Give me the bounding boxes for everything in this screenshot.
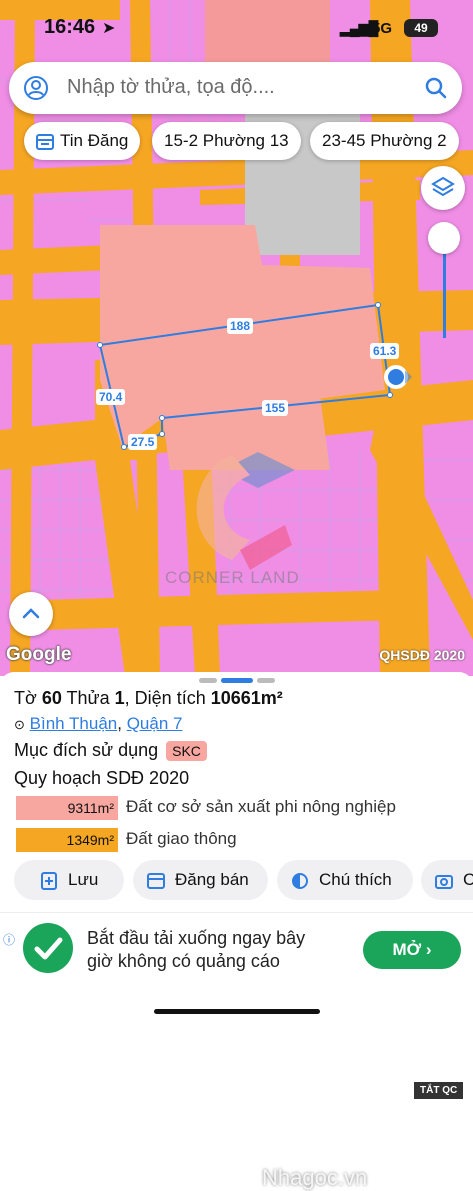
expand-panel-button[interactable]: [9, 592, 53, 636]
open-ad-button[interactable]: MỞ ›: [363, 931, 461, 969]
watermark-text: CORNER LAND: [165, 568, 300, 587]
edge-length-label: 70.4: [96, 389, 126, 405]
battery-icon: 49: [404, 19, 438, 37]
purpose-label: Mục đích sử dụng: [14, 740, 159, 760]
chevron-up-icon: [22, 608, 40, 619]
legend-button[interactable]: Chú thích: [277, 860, 413, 900]
chip-label: Tin Đăng: [60, 131, 129, 150]
home-indicator[interactable]: [154, 1009, 320, 1014]
land-use-name: Đất cơ sở sản xuất phi nông nghiệp: [126, 797, 396, 816]
user-icon[interactable]: [23, 75, 49, 101]
parcel-address: ⊙ Bình Thuận, Quận 7: [14, 714, 183, 733]
check-icon: [23, 923, 73, 973]
edge-length-label: 188: [227, 318, 254, 334]
info-icon[interactable]: ⓘ: [3, 931, 15, 948]
google-logo: Google: [6, 644, 72, 665]
land-use-row: 9311m² Đất cơ sở sản xuất phi nông nghiệ…: [16, 796, 456, 820]
edge-length-label: 61.3: [370, 343, 400, 359]
layers-button[interactable]: [421, 166, 465, 210]
camera-icon: [435, 874, 453, 889]
district-link[interactable]: Quận 7: [127, 714, 183, 733]
save-button[interactable]: Lưu: [14, 860, 124, 900]
chip-label: 15-2 Phường 13: [164, 131, 289, 150]
location-arrow-icon: ➤: [102, 20, 116, 37]
map-pin-icon: ⊙: [14, 717, 25, 732]
watermark-text: Nhagoc.vn: [262, 1165, 368, 1190]
listing-icon: [36, 133, 54, 150]
map-layer-name: QHSDĐ 2020: [379, 647, 465, 663]
listing-icon: [147, 872, 165, 889]
chip-label: 23-45 Phường 2: [322, 131, 447, 150]
screenshot-button[interactable]: C: [421, 860, 473, 900]
chevron-right-icon: ›: [425, 940, 432, 959]
edge-length-label: 27.5: [128, 434, 158, 450]
filter-chips: Tin Đăng 15-2 Phường 13 23-45 Phường 2: [0, 122, 473, 162]
layers-icon: [431, 176, 455, 197]
parcel-title: Tờ 60 Thửa 1, Diện tích 10661m²: [14, 688, 283, 708]
plan-title: Quy hoạch SDĐ 2020: [14, 768, 190, 788]
status-time: 16:46: [44, 16, 96, 38]
chip-recent-parcel[interactable]: 23-45 Phường 2: [310, 122, 459, 160]
network-label: 5G: [372, 20, 393, 37]
province-link[interactable]: Bình Thuận: [30, 714, 118, 733]
land-use-area: 9311m²: [16, 796, 118, 820]
opacity-slider-handle[interactable]: [428, 222, 460, 254]
search-icon[interactable]: [424, 76, 448, 100]
land-use-area: 1349m²: [16, 828, 118, 852]
search-bar[interactable]: Nhập tờ thửa, tọa độ....: [9, 62, 462, 114]
bookmark-add-icon: [41, 871, 57, 890]
chip-recent-parcel[interactable]: 15-2 Phường 13: [152, 122, 301, 160]
land-use-row: 1349m² Đất giao thông: [16, 828, 456, 852]
hide-ads-badge[interactable]: TẮT QC: [414, 1082, 464, 1099]
search-input[interactable]: Nhập tờ thửa, tọa độ....: [67, 76, 275, 99]
action-bar: Lưu Đăng bán Chú thích C TẮT QC: [0, 860, 473, 1099]
chip-tin-dang[interactable]: Tin Đăng: [24, 122, 141, 160]
purpose-row: Mục đích sử dụng SKC: [14, 740, 207, 762]
land-use-name: Đất giao thông: [126, 829, 237, 848]
drag-handle[interactable]: [199, 678, 275, 683]
post-sale-button[interactable]: Đăng bán: [133, 860, 268, 900]
parcel-info-panel: Tờ 60 Thửa 1, Diện tích 10661m² ⊙ Bình T…: [0, 672, 473, 1190]
status-bar: 16:46 ➤ ▂▄▆█ 5G 49: [0, 0, 473, 56]
ad-banner[interactable]: ⓘ Bắt đầu tải xuống ngay bây giờ không c…: [0, 912, 473, 1190]
contrast-icon: [292, 872, 308, 889]
ad-text: Bắt đầu tải xuống ngay bây giờ không có …: [87, 928, 306, 971]
purpose-badge: SKC: [166, 741, 207, 762]
edge-length-label: 155: [262, 400, 289, 416]
